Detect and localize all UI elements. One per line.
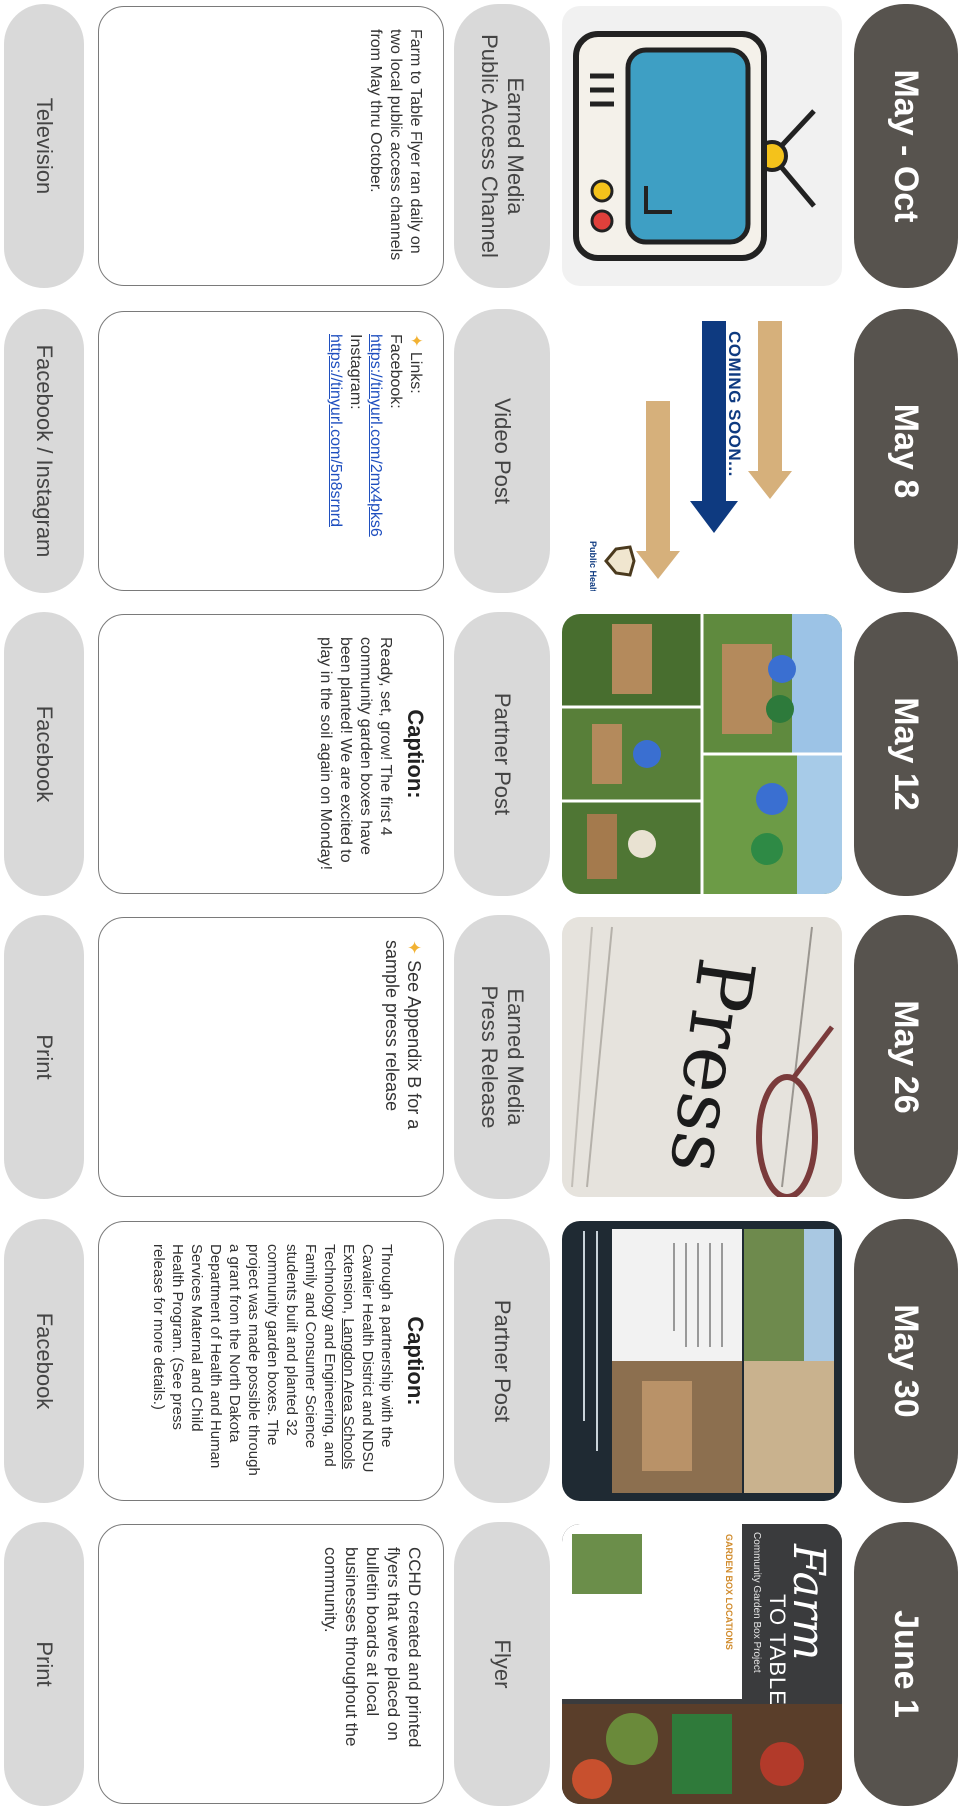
garden-photo-collage <box>562 614 842 894</box>
content-type: Partner Post <box>454 1219 550 1503</box>
flyer-locations-label: GARDEN BOX LOCATIONS <box>724 1534 734 1650</box>
date-label: May 30 <box>854 1219 958 1503</box>
channel-label: Print <box>4 1522 84 1806</box>
caption-heading: Caption: <box>403 709 428 799</box>
content-type: Earned Media Public Access Channel <box>454 4 550 288</box>
flyer-title-script: Farm <box>783 1544 834 1661</box>
timeline-column-may-8: May 8 Public Health COMING SOON... Video… <box>0 309 962 593</box>
description-card: ✦ Links: Facebook: https://tinyurl.com/2… <box>98 311 444 591</box>
date-label: May 12 <box>854 612 958 896</box>
date-label: June 1 <box>854 1522 958 1806</box>
content-type-line: Press Release <box>477 985 502 1129</box>
logo-text: Public Health <box>588 541 598 591</box>
description-text: CCHD created and printed flyers that wer… <box>321 1547 424 1748</box>
links-label: Links: <box>407 351 424 394</box>
description-part: Technology and Engineering, and Family a… <box>150 1244 338 1476</box>
content-type-line: Video Post <box>490 397 515 504</box>
timeline-column-may-26: May 26 Press Re Earned Media Press Relea… <box>0 915 962 1199</box>
description-card: CCHD created and printed flyers that wer… <box>98 1524 444 1804</box>
langdon-schools-text: Langdon Area Schools <box>340 1318 357 1470</box>
sparkle-icon: ✦ <box>404 940 424 956</box>
timeline-column-may-oct: May - Oct Earned Media Public Access Cha… <box>0 4 962 288</box>
description-card: Caption: Through a partnership with the … <box>98 1221 444 1501</box>
press-release-photo: Press Re <box>562 917 842 1197</box>
timeline-column-june-1: June 1 Farm TO TABLE Community Garden Bo… <box>0 1522 962 1806</box>
coming-soon-text: COMING SOON... <box>725 331 744 477</box>
description-text: Ready, set, grow! The first 4 community … <box>317 637 394 871</box>
content-type-line: Earned Media <box>503 77 528 215</box>
content-type: Video Post <box>454 309 550 593</box>
content-type: Earned Media Press Release <box>454 915 550 1199</box>
date-label: May - Oct <box>854 4 958 288</box>
description-card: Caption: Ready, set, grow! The first 4 c… <box>98 614 444 894</box>
sparkle-icon: ✦ <box>407 334 424 348</box>
content-type-line: Flyer <box>490 1639 515 1689</box>
partner-post-collage <box>562 1221 842 1501</box>
content-type-line: Partner Post <box>490 692 515 816</box>
channel-label: Facebook <box>4 1219 84 1503</box>
coming-soon-graphic: Public Health COMING SOON... <box>562 311 842 591</box>
channel-label: Print <box>4 915 84 1199</box>
farm-to-table-flyer: Farm TO TABLE Community Garden Box Proje… <box>562 1524 842 1804</box>
instagram-link[interactable]: https://tinyurl.com/5n8srnrd <box>327 334 344 527</box>
television-icon <box>562 6 842 286</box>
communication-timeline: May - Oct Earned Media Public Access Cha… <box>0 0 962 1812</box>
content-type-line: Earned Media <box>503 988 528 1126</box>
content-type: Flyer <box>454 1522 550 1806</box>
channel-label: Facebook / Instagram <box>4 309 84 593</box>
description-card: Farm to Table Flyer ran daily on two loc… <box>98 6 444 286</box>
facebook-link[interactable]: https://tinyurl.com/2mx4pks6 <box>367 334 384 537</box>
channel-label: Facebook <box>4 612 84 896</box>
description-text: See Appendix B for a sample press releas… <box>382 940 424 1130</box>
channel-label: Television <box>4 4 84 288</box>
caption-heading: Caption: <box>403 1316 428 1406</box>
flyer-title: TO TABLE <box>765 1594 790 1706</box>
timeline-column-may-30: May 30 Partner Post Caption: Through a p… <box>0 1219 962 1503</box>
content-type-line: Public Access Channel <box>477 34 502 258</box>
date-label: May 8 <box>854 309 958 593</box>
date-label: May 26 <box>854 915 958 1199</box>
description-card: ✦ See Appendix B for a sample press rele… <box>98 917 444 1197</box>
flyer-subtitle: Community Garden Box Project <box>751 1532 762 1673</box>
facebook-label: Facebook: <box>387 334 404 409</box>
description-text: Farm to Table Flyer ran daily on two loc… <box>367 29 424 261</box>
content-type-line: Partner Post <box>490 1299 515 1423</box>
instagram-label: Instagram: <box>347 334 364 410</box>
content-type: Partner Post <box>454 612 550 896</box>
timeline-column-may-12: May 12 Partner Post Caption: Ready, set,… <box>0 612 962 896</box>
description-text: Through a partnership with the Cavalier … <box>149 1244 396 1478</box>
